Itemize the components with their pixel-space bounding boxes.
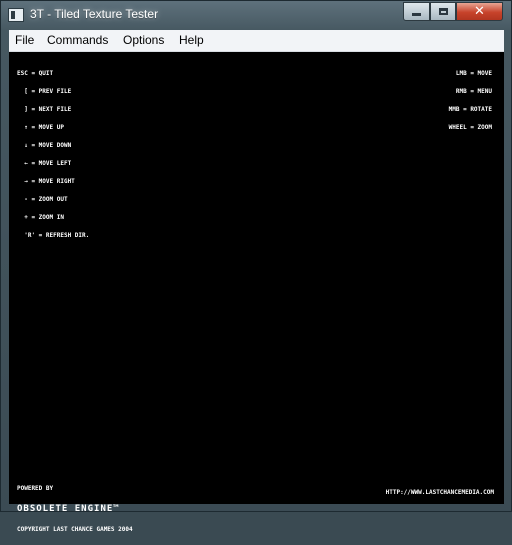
render-viewport[interactable]: ESC = QUIT [ = PREV FILE ] = NEXT FILE ↑…	[9, 52, 504, 533]
help-line: ESC = QUIT	[17, 70, 54, 77]
menu-options[interactable]: Options	[123, 33, 164, 47]
help-line: [ = PREV FILE	[17, 88, 72, 95]
title-bar[interactable]: 3T - Tiled Texture Tester ✕	[1, 1, 511, 29]
menu-commands[interactable]: Commands	[47, 33, 108, 47]
help-line: ← = MOVE LEFT	[17, 160, 72, 167]
help-line: WHEEL = ZOOM	[448, 124, 492, 131]
app-window: 3T - Tiled Texture Tester ✕ File Command…	[0, 0, 512, 533]
maximize-button[interactable]	[430, 2, 456, 21]
help-line: ↑ = MOVE UP	[17, 124, 64, 131]
help-line: LMB = MOVE	[455, 70, 492, 77]
keyboard-help: ESC = QUIT [ = PREV FILE ] = NEXT FILE ↑…	[17, 59, 89, 251]
menu-bar: File Commands Options Help	[9, 30, 504, 52]
window-title: 3T - Tiled Texture Tester	[30, 7, 159, 21]
menu-help[interactable]: Help	[179, 33, 204, 47]
close-icon: ✕	[474, 4, 485, 19]
help-line: - = ZOOM OUT	[17, 196, 68, 203]
help-line: ↓ = MOVE DOWN	[17, 142, 72, 149]
help-line: 'R' = REFRESH DIR.	[17, 232, 90, 239]
help-line: ] = NEXT FILE	[17, 106, 72, 113]
copyright-text: COPYRIGHT LAST CHANCE GAMES 2004	[17, 526, 133, 533]
website-url: HTTP://WWW.LASTCHANCEMEDIA.COM	[385, 489, 494, 496]
mouse-help: LMB = MOVE RMB = MENU MMB = ROTATE WHEEL…	[449, 59, 492, 143]
app-window-icon[interactable]	[8, 8, 24, 22]
engine-credits: POWERED BY OBSOLETE ENGINE™ COPYRIGHT LA…	[17, 474, 133, 545]
help-line: → = MOVE RIGHT	[17, 178, 75, 185]
menu-file[interactable]: File	[15, 33, 34, 47]
maximize-icon	[438, 8, 448, 15]
help-line: RMB = MENU	[455, 88, 492, 95]
help-line: MMB = ROTATE	[448, 106, 492, 113]
engine-name: OBSOLETE ENGINE™	[17, 504, 120, 514]
minimize-icon	[412, 13, 421, 16]
powered-by-label: POWERED BY	[17, 485, 54, 492]
help-line: + = ZOOM IN	[17, 214, 64, 221]
minimize-button[interactable]	[403, 2, 430, 21]
close-button[interactable]: ✕	[456, 2, 503, 21]
